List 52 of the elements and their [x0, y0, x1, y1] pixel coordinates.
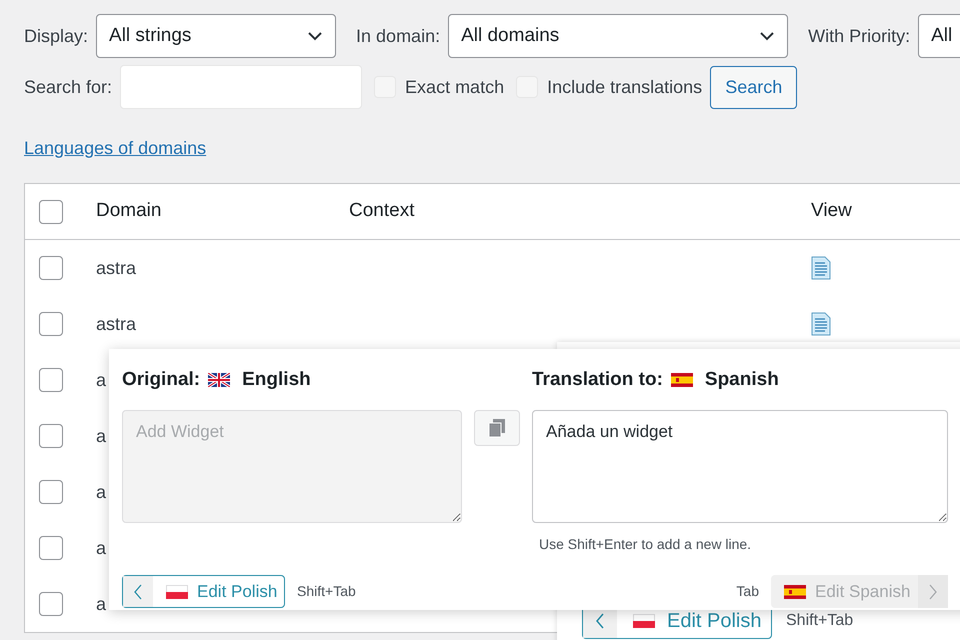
shortcut-hint: Shift+Tab	[786, 611, 854, 631]
checkbox[interactable]	[39, 200, 63, 224]
dropdown[interactable]: All strings	[96, 14, 336, 58]
option-label: Exact match	[405, 76, 504, 98]
table-cell: a	[96, 482, 106, 502]
flag-icon	[208, 373, 230, 387]
table-cell: a	[96, 538, 106, 558]
table-cell: a	[96, 426, 106, 446]
shortcut-hint: Shift+Tab	[297, 582, 356, 601]
document-icon[interactable]	[811, 312, 831, 336]
checkbox[interactable]	[39, 424, 63, 448]
table-cell: a	[96, 594, 106, 614]
checkbox[interactable]	[39, 536, 63, 560]
translation-heading: Translation to: Spanish	[532, 368, 780, 392]
chevron-down-icon	[759, 31, 776, 41]
languages-link[interactable]: Languages of domains	[24, 138, 206, 158]
copy-button[interactable]	[474, 410, 520, 446]
checkbox[interactable]	[39, 312, 63, 336]
edit-polish-button[interactable]: Edit Polish	[122, 575, 285, 608]
shortcut-hint: Tab	[736, 582, 759, 601]
flag-icon	[784, 584, 806, 598]
hint-text: Use Shift+Enter to add a new line.	[538, 535, 752, 554]
flag-icon	[633, 614, 655, 628]
original-heading: Original: English	[122, 368, 312, 392]
dropdown[interactable]: All domains	[448, 14, 788, 58]
flag-icon	[670, 373, 693, 387]
flag-icon	[166, 584, 188, 598]
document-icon[interactable]	[811, 256, 831, 280]
table-cell: astra	[96, 314, 136, 334]
checkbox[interactable]	[39, 592, 63, 616]
chevron-right-icon	[929, 584, 937, 600]
chevron-down-icon	[307, 31, 324, 41]
chevron-left-icon	[134, 584, 142, 600]
option-label: Include translations	[547, 76, 702, 98]
copy-icon	[489, 419, 505, 437]
checkbox[interactable]	[39, 368, 63, 392]
search-button[interactable]: Search	[710, 66, 798, 108]
column-header: Domain	[96, 199, 162, 224]
dropdown[interactable]: All	[918, 14, 960, 58]
checkbox[interactable]	[39, 256, 63, 280]
filter-label: With Priority:	[808, 24, 910, 48]
filter-label: Display:	[24, 24, 88, 48]
table-cell: a	[96, 370, 106, 390]
chevron-left-icon	[596, 613, 604, 629]
checkbox[interactable]	[39, 480, 63, 504]
filter-label: In domain:	[356, 24, 440, 48]
column-header: Context	[349, 199, 416, 224]
column-header: View	[811, 199, 852, 224]
table-cell: astra	[96, 258, 136, 278]
translation-text-field[interactable]: Añada un widget	[532, 410, 948, 523]
search-label: Search for:	[24, 76, 112, 98]
search-field[interactable]	[120, 65, 362, 109]
